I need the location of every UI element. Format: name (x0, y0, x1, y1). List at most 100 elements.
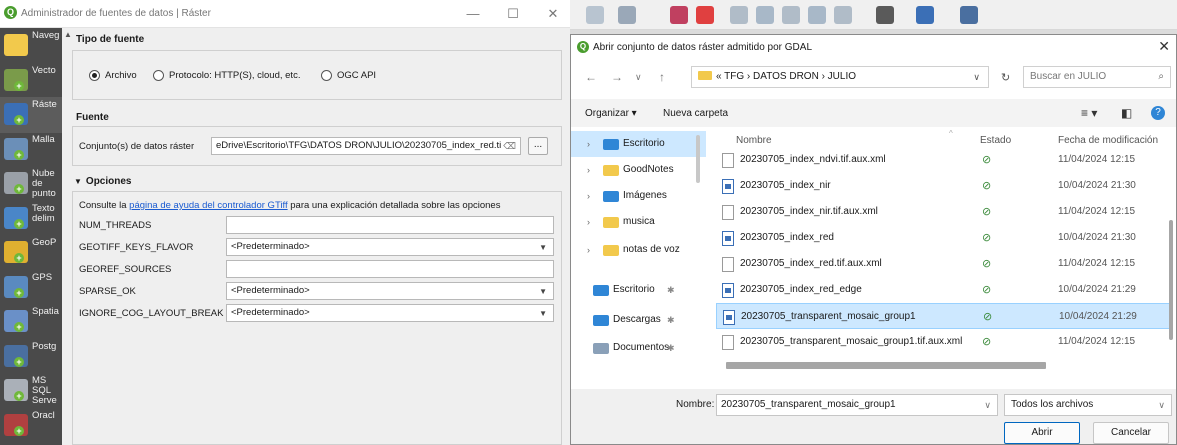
file-row[interactable]: 20230705_index_ndvi.tif.aux.xml ⊘ 11/04/20… (716, 147, 1171, 173)
chevron-right-icon[interactable]: › (587, 157, 590, 183)
sidebar-item[interactable]: + GeoP (0, 235, 62, 271)
cancel-button[interactable]: Cancelar (1093, 422, 1169, 444)
sidebar-item[interactable]: + Malla (0, 132, 62, 168)
clear-icon[interactable]: ⌫ (501, 138, 516, 154)
file-row[interactable]: 20230705_index_red_edge ⊘ 10/04/2024 21:29 (716, 277, 1171, 303)
nav-item[interactable]: Escritorio ✱ (561, 277, 696, 303)
scroll-up-icon[interactable]: ▲ (64, 30, 72, 39)
nav-item[interactable]: › notas de voz (571, 237, 706, 263)
open-button[interactable]: Abrir (1004, 422, 1080, 444)
sidebar-item[interactable]: + MS SQL Serve (0, 373, 62, 409)
label-tool-1-icon[interactable] (730, 6, 748, 24)
document-file-icon (722, 257, 734, 272)
nav-pane-scrollbar[interactable] (696, 135, 700, 183)
chevron-right-icon[interactable]: › (587, 237, 590, 263)
label-tool-3-icon[interactable] (782, 6, 800, 24)
nav-item[interactable]: Descargas ✱ (561, 307, 696, 333)
sidebar-item[interactable]: Naveg (0, 28, 62, 64)
forward-arrow-icon[interactable]: → (611, 70, 623, 84)
sidebar-item[interactable]: + Texto delim (0, 201, 62, 237)
sync-status-icon: ⊘ (983, 311, 993, 323)
label-tool-4-icon[interactable] (808, 6, 826, 24)
help-icon[interactable]: ? (1151, 106, 1165, 120)
search-input[interactable]: Buscar en JULIO ⌕ (1023, 66, 1171, 88)
radio-dot-icon (153, 70, 164, 81)
options-title[interactable]: ▼ Opciones (74, 176, 132, 187)
option-combo[interactable]: <Predeterminado> ▼ (226, 238, 554, 256)
nav-item-label: Documentos (613, 342, 670, 353)
radio-archivo[interactable]: Archivo (89, 70, 137, 81)
gdal-open-dialog: Q Abrir conjunto de datos ráster admitid… (570, 34, 1177, 445)
nav-item[interactable]: Documentos ✱ (561, 335, 696, 361)
minimize-button[interactable]: — (465, 6, 481, 21)
nav-item[interactable]: › musica (571, 209, 706, 235)
dataset-path-input[interactable]: eDrive\Escritorio\TFG\DATOS DRON\JULIO\2… (211, 137, 521, 155)
view-options-icon[interactable]: ≡ ▾ (1081, 106, 1097, 120)
file-row[interactable]: 20230705_transparent_mosaic_group1 ⊘ 10/04… (716, 303, 1171, 329)
horizontal-scrollbar[interactable] (726, 362, 1046, 369)
column-status[interactable]: Estado (980, 135, 1011, 146)
sidebar-item[interactable]: + Oracl (0, 408, 62, 444)
sidebar-item[interactable]: + Nube de punto (0, 166, 62, 202)
label-abc-icon[interactable] (670, 6, 688, 24)
option-combo[interactable]: <Predeterminado> ▼ (226, 282, 554, 300)
file-row[interactable]: 20230705_transparent_mosaic_group1.tif.a… (716, 329, 1171, 355)
nav-item[interactable]: › Escritorio (571, 131, 706, 157)
source-type-group: Archivo Protocolo: HTTP(S), cloud, etc. … (72, 50, 562, 100)
sidebar-item-label: Nube de punto (32, 169, 56, 199)
label-icon[interactable] (586, 6, 604, 24)
option-input[interactable] (226, 216, 554, 234)
chevron-down-icon[interactable]: ∨ (984, 395, 991, 415)
refresh-icon[interactable]: ↻ (1001, 71, 1010, 84)
plugin-icon[interactable] (876, 6, 894, 24)
pin-icon[interactable] (618, 6, 636, 24)
back-arrow-icon[interactable]: ← (585, 70, 597, 84)
file-row[interactable]: 20230705_index_nir ⊘ 10/04/2024 21:30 (716, 173, 1171, 199)
file-type-filter[interactable]: Todos los archivos ∨ (1004, 394, 1172, 416)
organize-button[interactable]: Organizar ▾ (585, 108, 637, 119)
file-row[interactable]: 20230705_index_nir.tif.aux.xml ⊘ 11/04/202… (716, 199, 1171, 225)
browse-button[interactable]: ... (528, 137, 548, 155)
maximize-button[interactable]: ☐ (505, 6, 521, 22)
file-row[interactable]: 20230705_index_red ⊘ 10/04/2024 21:30 (716, 225, 1171, 251)
sidebar-item[interactable]: + GPS (0, 270, 62, 306)
gtiff-help-link[interactable]: página de ayuda del controlador GTiff (129, 200, 287, 211)
folder-icon (603, 191, 619, 202)
label-abc-red-icon[interactable] (696, 6, 714, 24)
radio-ogc-api[interactable]: OGC API (321, 70, 376, 81)
vertical-scrollbar[interactable] (1169, 220, 1173, 340)
folder-icon (603, 165, 619, 176)
sidebar-item[interactable]: + Postg (0, 339, 62, 375)
option-combo[interactable]: <Predeterminado> ▼ (226, 304, 554, 322)
dialog-close-button[interactable]: ✕ (1158, 38, 1170, 55)
address-dropdown-icon[interactable]: ∨ (973, 67, 980, 87)
label-tool-5-icon[interactable] (834, 6, 852, 24)
nav-item[interactable]: › GoodNotes (571, 157, 706, 183)
add-icon: + (14, 391, 24, 401)
column-name[interactable]: Nombre (736, 135, 772, 146)
recent-chevron-icon[interactable]: ∨ (635, 72, 642, 83)
close-button[interactable]: ✕ (545, 6, 561, 22)
address-input[interactable]: « TFG › DATOS DRON › JULIO ∨ (691, 66, 989, 88)
add-icon: + (14, 322, 24, 332)
up-arrow-icon[interactable]: ↑ (659, 70, 665, 84)
option-input[interactable] (226, 260, 554, 278)
sidebar-item[interactable]: + Vecto (0, 63, 62, 99)
sidebar-item[interactable]: + Spatia (0, 304, 62, 340)
file-row[interactable]: 20230705_index_red.tif.aux.xml ⊘ 11/04/202… (716, 251, 1171, 277)
chevron-right-icon[interactable]: › (587, 131, 590, 157)
new-folder-button[interactable]: Nueva carpeta (663, 108, 728, 119)
help-icon[interactable] (960, 6, 978, 24)
chevron-right-icon[interactable]: › (587, 183, 590, 209)
preview-pane-icon[interactable]: ◧ (1121, 106, 1132, 120)
combo-arrow-icon: ▼ (539, 287, 547, 296)
radio-protocolo[interactable]: Protocolo: HTTP(S), cloud, etc. (153, 70, 300, 81)
label-tool-2-icon[interactable] (756, 6, 774, 24)
filename-input[interactable]: 20230705_transparent_mosaic_group1 ∨ (716, 394, 998, 416)
sidebar-item[interactable]: + Ráste (0, 97, 62, 133)
column-date[interactable]: Fecha de modificación (1058, 135, 1158, 146)
python-icon[interactable] (916, 6, 934, 24)
chevron-right-icon[interactable]: › (587, 209, 590, 235)
nav-item-label: Imágenes (623, 190, 667, 201)
nav-item[interactable]: › Imágenes (571, 183, 706, 209)
